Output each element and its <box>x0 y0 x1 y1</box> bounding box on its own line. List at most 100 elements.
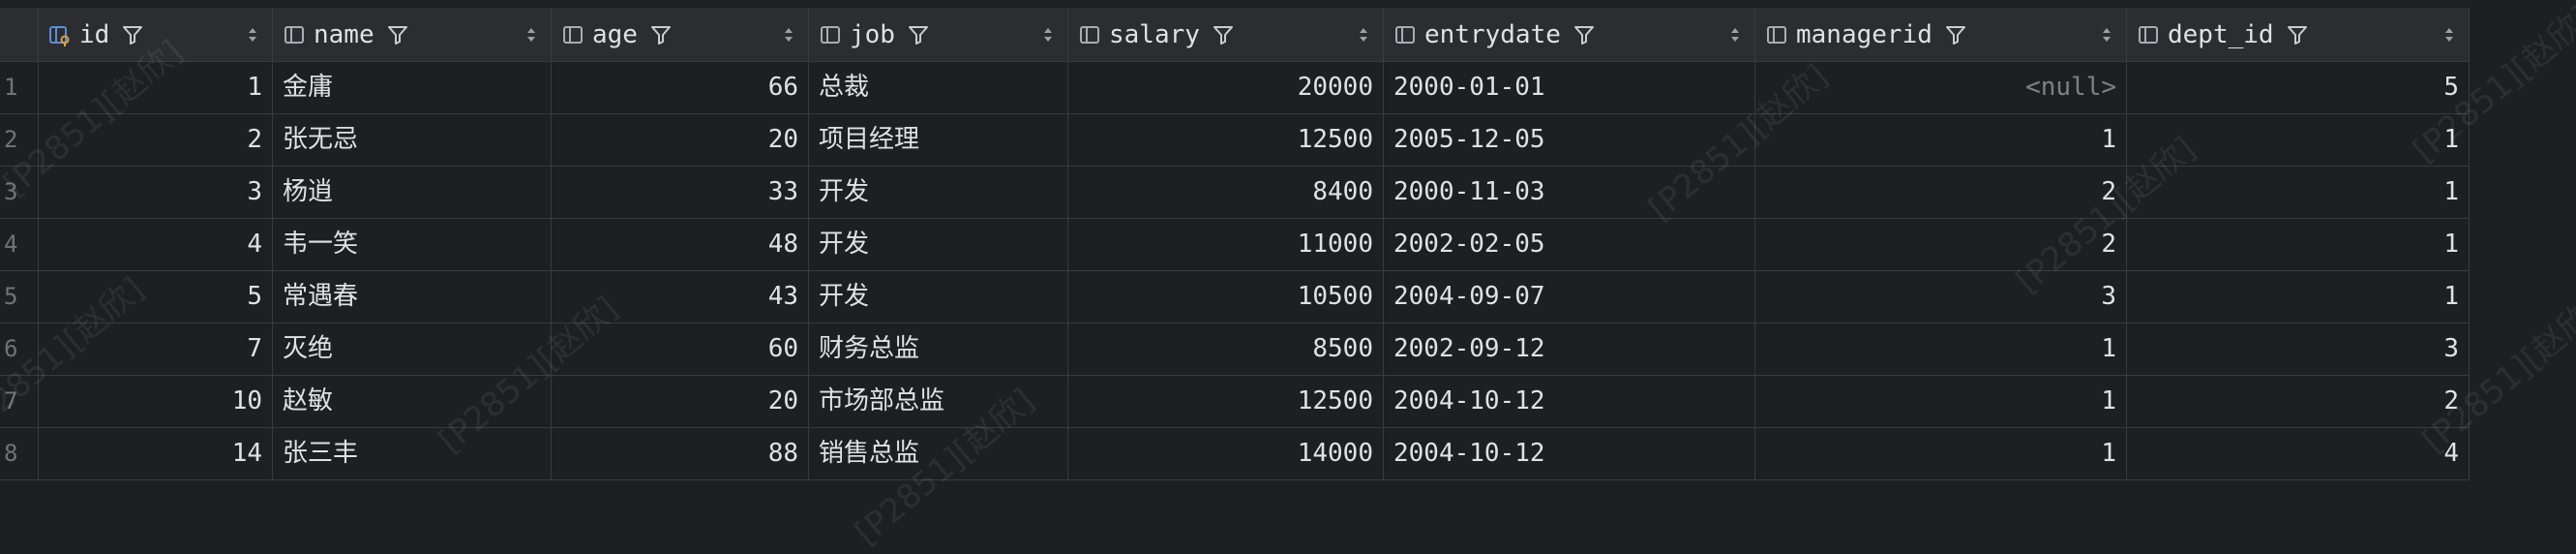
filter-icon[interactable] <box>1212 23 1235 46</box>
cell-name[interactable]: 张无忌 <box>273 114 552 166</box>
sort-icon[interactable] <box>1729 24 1741 46</box>
cell-id[interactable]: 14 <box>39 428 273 479</box>
cell-dept_id[interactable]: 1 <box>2127 219 2470 270</box>
cell-salary[interactable]: 14000 <box>1068 428 1384 479</box>
cell-salary[interactable]: 11000 <box>1068 219 1384 270</box>
table-row[interactable]: 8 14 张三丰 88 销售总监 14000 2004-10-12 1 4 <box>0 428 2470 480</box>
row-number[interactable]: 6 <box>0 323 39 375</box>
cell-dept_id[interactable]: 4 <box>2127 428 2470 479</box>
sort-icon[interactable] <box>1358 24 1369 46</box>
row-number[interactable]: 3 <box>0 167 39 218</box>
cell-salary[interactable]: 10500 <box>1068 271 1384 323</box>
cell-id[interactable]: 4 <box>39 219 273 270</box>
cell-job[interactable]: 财务总监 <box>809 323 1068 375</box>
cell-id[interactable]: 3 <box>39 167 273 218</box>
cell-age[interactable]: 60 <box>552 323 809 375</box>
cell-managerid[interactable]: 2 <box>1755 167 2127 218</box>
table-row[interactable]: 5 5 常遇春 43 开发 10500 2004-09-07 3 1 <box>0 271 2470 323</box>
cell-age[interactable]: 66 <box>552 62 809 113</box>
filter-icon[interactable] <box>649 23 673 46</box>
cell-managerid[interactable]: 1 <box>1755 376 2127 427</box>
column-header-id[interactable]: id <box>39 8 273 61</box>
cell-dept_id[interactable]: 2 <box>2127 376 2470 427</box>
cell-age[interactable]: 33 <box>552 167 809 218</box>
cell-managerid[interactable]: 1 <box>1755 428 2127 479</box>
cell-name[interactable]: 常遇春 <box>273 271 552 323</box>
cell-job[interactable]: 市场部总监 <box>809 376 1068 427</box>
table-row[interactable]: 2 2 张无忌 20 项目经理 12500 2005-12-05 1 1 <box>0 114 2470 167</box>
filter-icon[interactable] <box>1944 23 1967 46</box>
cell-entrydate[interactable]: 2004-10-12 <box>1384 428 1755 479</box>
cell-job[interactable]: 开发 <box>809 271 1068 323</box>
cell-entrydate[interactable]: 2002-09-12 <box>1384 323 1755 375</box>
sort-icon[interactable] <box>783 24 794 46</box>
cell-dept_id[interactable]: 5 <box>2127 62 2470 113</box>
cell-id[interactable]: 7 <box>39 323 273 375</box>
cell-age[interactable]: 43 <box>552 271 809 323</box>
filter-icon[interactable] <box>121 23 144 46</box>
table-row[interactable]: 4 4 韦一笑 48 开发 11000 2002-02-05 2 1 <box>0 219 2470 271</box>
sort-icon[interactable] <box>247 24 258 46</box>
cell-age[interactable]: 88 <box>552 428 809 479</box>
column-header-salary[interactable]: salary <box>1068 8 1384 61</box>
column-header-name[interactable]: name <box>273 8 552 61</box>
cell-name[interactable]: 金庸 <box>273 62 552 113</box>
row-number[interactable]: 7 <box>0 376 39 427</box>
cell-entrydate[interactable]: 2000-11-03 <box>1384 167 1755 218</box>
cell-job[interactable]: 销售总监 <box>809 428 1068 479</box>
sort-icon[interactable] <box>525 24 537 46</box>
row-number[interactable]: 8 <box>0 428 39 479</box>
row-number[interactable]: 4 <box>0 219 39 270</box>
cell-job[interactable]: 总裁 <box>809 62 1068 113</box>
cell-entrydate[interactable]: 2000-01-01 <box>1384 62 1755 113</box>
cell-id[interactable]: 5 <box>39 271 273 323</box>
cell-entrydate[interactable]: 2002-02-05 <box>1384 219 1755 270</box>
cell-managerid[interactable]: 2 <box>1755 219 2127 270</box>
cell-age[interactable]: 20 <box>552 376 809 427</box>
cell-id[interactable]: 1 <box>39 62 273 113</box>
row-number[interactable]: 2 <box>0 114 39 166</box>
cell-id[interactable]: 10 <box>39 376 273 427</box>
cell-managerid[interactable]: 3 <box>1755 271 2127 323</box>
cell-salary[interactable]: 8500 <box>1068 323 1384 375</box>
cell-age[interactable]: 48 <box>552 219 809 270</box>
filter-icon[interactable] <box>1573 23 1596 46</box>
column-header-age[interactable]: age <box>552 8 809 61</box>
cell-dept_id[interactable]: 3 <box>2127 323 2470 375</box>
cell-name[interactable]: 赵敏 <box>273 376 552 427</box>
sort-icon[interactable] <box>2101 24 2112 46</box>
table-row[interactable]: 1 1 金庸 66 总裁 20000 2000-01-01 <null> 5 <box>0 62 2470 114</box>
cell-salary[interactable]: 20000 <box>1068 62 1384 113</box>
cell-job[interactable]: 项目经理 <box>809 114 1068 166</box>
cell-managerid[interactable]: <null> <box>1755 62 2127 113</box>
cell-dept_id[interactable]: 1 <box>2127 114 2470 166</box>
cell-managerid[interactable]: 1 <box>1755 323 2127 375</box>
cell-age[interactable]: 20 <box>552 114 809 166</box>
cell-salary[interactable]: 12500 <box>1068 376 1384 427</box>
table-row[interactable]: 3 3 杨逍 33 开发 8400 2000-11-03 2 1 <box>0 167 2470 219</box>
cell-salary[interactable]: 8400 <box>1068 167 1384 218</box>
cell-salary[interactable]: 12500 <box>1068 114 1384 166</box>
column-header-managerid[interactable]: managerid <box>1755 8 2127 61</box>
cell-entrydate[interactable]: 2005-12-05 <box>1384 114 1755 166</box>
table-row[interactable]: 7 10 赵敏 20 市场部总监 12500 2004-10-12 1 2 <box>0 376 2470 428</box>
cell-id[interactable]: 2 <box>39 114 273 166</box>
sort-icon[interactable] <box>1042 24 1054 46</box>
row-number[interactable]: 5 <box>0 271 39 323</box>
cell-job[interactable]: 开发 <box>809 167 1068 218</box>
cell-job[interactable]: 开发 <box>809 219 1068 270</box>
sort-icon[interactable] <box>2443 24 2455 46</box>
column-header-dept_id[interactable]: dept_id <box>2127 8 2470 61</box>
cell-dept_id[interactable]: 1 <box>2127 271 2470 323</box>
cell-name[interactable]: 灭绝 <box>273 323 552 375</box>
cell-name[interactable]: 韦一笑 <box>273 219 552 270</box>
table-row[interactable]: 6 7 灭绝 60 财务总监 8500 2002-09-12 1 3 <box>0 323 2470 376</box>
column-header-job[interactable]: job <box>809 8 1068 61</box>
row-number[interactable]: 1 <box>0 62 39 113</box>
filter-icon[interactable] <box>907 23 930 46</box>
cell-entrydate[interactable]: 2004-09-07 <box>1384 271 1755 323</box>
cell-managerid[interactable]: 1 <box>1755 114 2127 166</box>
cell-name[interactable]: 张三丰 <box>273 428 552 479</box>
cell-name[interactable]: 杨逍 <box>273 167 552 218</box>
cell-entrydate[interactable]: 2004-10-12 <box>1384 376 1755 427</box>
